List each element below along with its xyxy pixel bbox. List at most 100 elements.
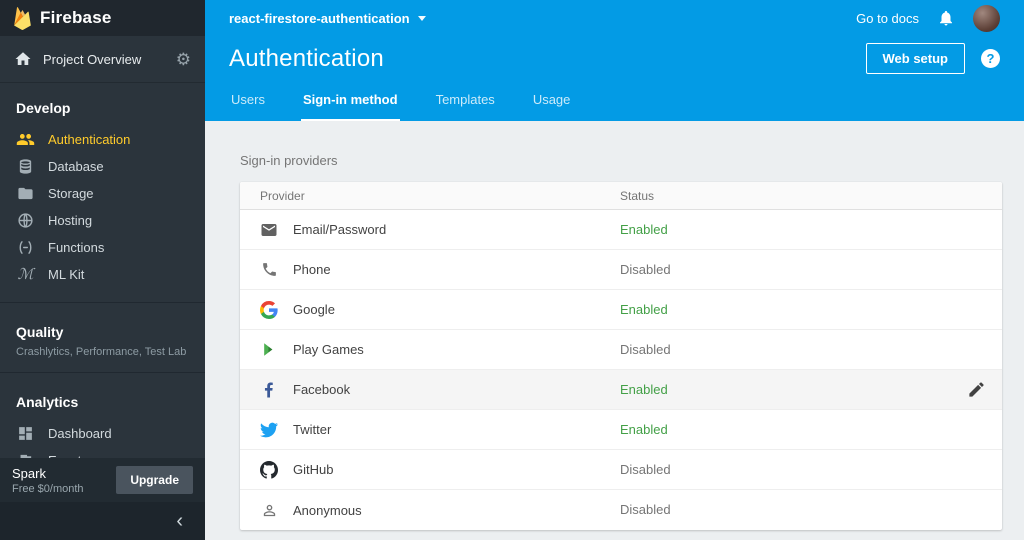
sidebar-item-storage[interactable]: Storage (0, 180, 205, 207)
sidebar-item-label: Dashboard (48, 426, 112, 441)
provider-status: Disabled (620, 261, 671, 277)
sidebar-item-functions[interactable]: Functions (0, 234, 205, 261)
provider-row-twitter[interactable]: Twitter Enabled (240, 410, 1002, 450)
sidebar-item-authentication[interactable]: Authentication (0, 126, 205, 153)
ml-kit-icon: ℳ (17, 265, 34, 283)
sidebar-collapse-bar: ‹ (0, 502, 205, 540)
provider-name: GitHub (293, 462, 334, 477)
firebase-home-link[interactable]: Firebase (0, 0, 205, 36)
providers-table: Provider Status Email/Password Enabled P… (240, 182, 1002, 530)
provider-row-play-games[interactable]: Play Games Disabled (240, 330, 1002, 370)
anonymous-person-icon (260, 501, 278, 519)
notifications-bell-icon[interactable] (937, 9, 955, 27)
project-overview-label: Project Overview (43, 51, 142, 67)
provider-status: Disabled (620, 341, 671, 357)
sidebar-item-hosting[interactable]: Hosting (0, 207, 205, 234)
auth-tabs: Users Sign-in method Templates Usage (205, 81, 1024, 121)
plan-bar: Spark Free $0/month Upgrade (0, 458, 205, 502)
provider-row-google[interactable]: Google Enabled (240, 290, 1002, 330)
provider-name: Google (293, 302, 335, 317)
tab-usage[interactable]: Usage (531, 81, 573, 121)
provider-status: Enabled (620, 301, 668, 317)
provider-name: Facebook (293, 382, 351, 397)
provider-name: Twitter (293, 422, 332, 437)
plan-detail: Free $0/month (12, 482, 84, 495)
content-area: Sign-in providers Provider Status Email/… (205, 121, 1024, 540)
home-icon (15, 52, 31, 65)
main-area: react-firestore-authentication Go to doc… (205, 0, 1024, 540)
project-name: react-firestore-authentication (229, 10, 410, 26)
provider-row-phone[interactable]: Phone Disabled (240, 250, 1002, 290)
tab-users[interactable]: Users (229, 81, 267, 121)
sidebar-item-dashboard[interactable]: Dashboard (0, 420, 205, 447)
provider-status: Enabled (620, 381, 668, 397)
develop-section: Develop Authentication Database Storage … (0, 83, 205, 298)
globe-icon (16, 211, 35, 230)
provider-status: Disabled (620, 502, 671, 517)
functions-icon (16, 238, 35, 257)
gear-icon[interactable]: ⚙ (176, 51, 191, 68)
facebook-icon (260, 381, 278, 399)
topbar: react-firestore-authentication Go to doc… (205, 0, 1024, 36)
quality-section-subtitle: Crashlytics, Performance, Test Lab (16, 346, 187, 358)
help-icon[interactable]: ? (981, 49, 1000, 68)
page-title: Authentication (229, 44, 384, 72)
tab-templates[interactable]: Templates (434, 81, 497, 121)
provider-row-anonymous[interactable]: Anonymous Disabled (240, 490, 1002, 530)
sidebar-divider (0, 302, 205, 303)
tab-sign-in-method[interactable]: Sign-in method (300, 81, 400, 121)
sidebar-item-label: Hosting (48, 213, 93, 228)
play-games-icon (260, 341, 278, 359)
phone-icon (260, 261, 278, 279)
project-selector[interactable]: react-firestore-authentication (229, 11, 426, 26)
firebase-flame-icon (14, 6, 31, 30)
go-to-docs-link[interactable]: Go to docs (856, 11, 919, 26)
twitter-icon (260, 421, 278, 439)
user-avatar[interactable] (973, 4, 1000, 32)
github-icon (260, 460, 278, 479)
web-setup-button[interactable]: Web setup (865, 43, 965, 74)
collapse-sidebar-icon[interactable]: ‹ (176, 511, 183, 531)
page-header: react-firestore-authentication Go to doc… (205, 0, 1024, 121)
status-column-header: Status (620, 188, 655, 203)
sidebar-item-label: Functions (48, 240, 105, 255)
google-icon (260, 300, 278, 319)
provider-name: Phone (293, 262, 331, 277)
analytics-section-title: Analytics (16, 394, 79, 410)
sidebar-item-project-overview[interactable]: Project Overview ⚙ (0, 36, 205, 83)
quality-section[interactable]: Quality Crashlytics, Performance, Test L… (0, 307, 205, 368)
edit-pencil-icon[interactable] (967, 380, 986, 399)
provider-name: Anonymous (293, 502, 362, 518)
sidebar-item-label: Storage (48, 186, 94, 201)
sidebar-item-label: ML Kit (48, 267, 85, 282)
sidebar-item-ml-kit[interactable]: ℳ ML Kit (0, 261, 205, 288)
sidebar-divider (0, 372, 205, 373)
provider-name: Play Games (293, 342, 364, 357)
develop-section-title: Develop (16, 100, 71, 116)
sidebar-item-label: Database (48, 159, 104, 174)
provider-status: Enabled (620, 221, 668, 237)
titlebar: Authentication Web setup ? (205, 36, 1024, 81)
table-header: Provider Status (240, 182, 1002, 210)
provider-status: Disabled (620, 461, 671, 477)
database-icon (16, 157, 35, 176)
email-icon (260, 221, 278, 239)
sign-in-providers-label: Sign-in providers (240, 153, 338, 168)
provider-row-github[interactable]: GitHub Disabled (240, 450, 1002, 490)
titlebar-right: Web setup ? (865, 43, 1000, 74)
plan-name: Spark (12, 465, 46, 481)
folder-icon (16, 184, 35, 203)
plan-info: Spark Free $0/month (12, 466, 116, 495)
provider-row-email[interactable]: Email/Password Enabled (240, 210, 1002, 250)
sidebar-item-label: Authentication (48, 132, 131, 147)
sidebar: Firebase Project Overview ⚙ Develop Auth… (0, 0, 205, 540)
sidebar-item-database[interactable]: Database (0, 153, 205, 180)
brand-name: Firebase (40, 8, 112, 27)
provider-row-facebook[interactable]: Facebook Enabled (240, 370, 1002, 410)
upgrade-button[interactable]: Upgrade (116, 466, 193, 494)
users-icon (16, 130, 35, 149)
provider-status: Enabled (620, 421, 668, 437)
chevron-down-icon (417, 15, 426, 21)
provider-name: Email/Password (293, 222, 387, 237)
provider-column-header: Provider (260, 188, 305, 203)
